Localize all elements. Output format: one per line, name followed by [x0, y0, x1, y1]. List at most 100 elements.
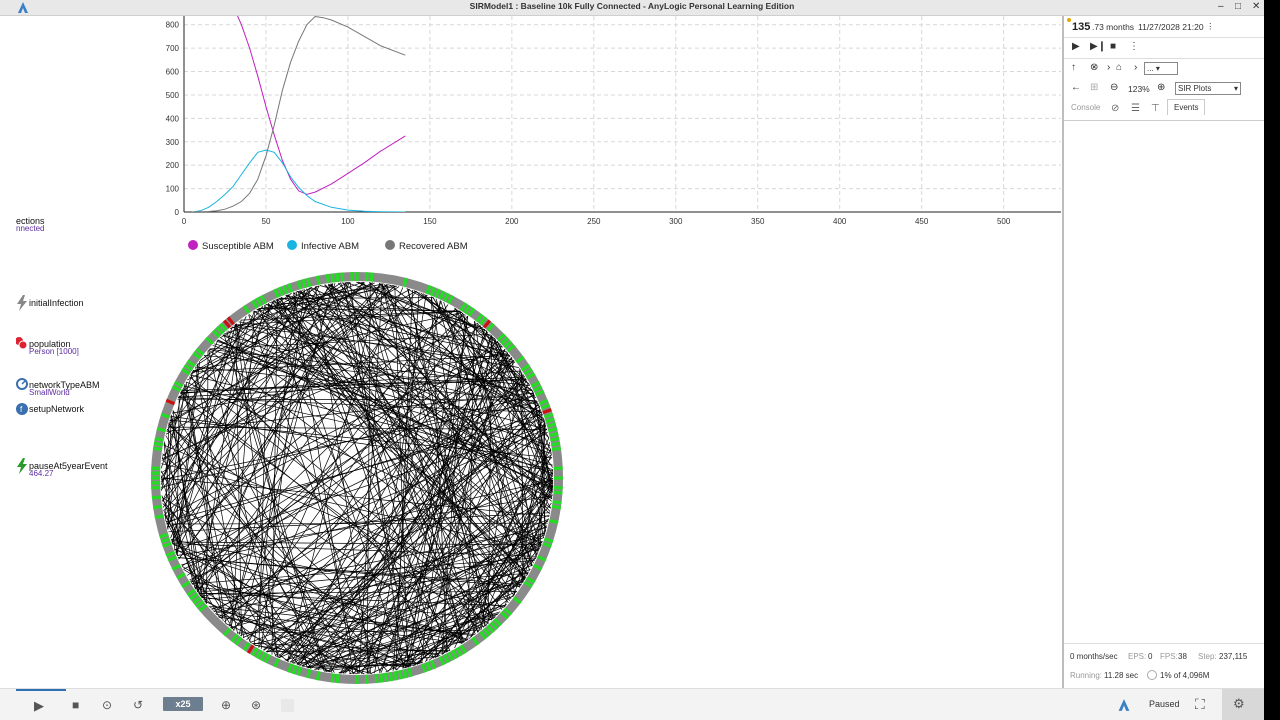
close-icon[interactable]: ✕ [1252, 1, 1260, 12]
series-line-infective [192, 149, 406, 212]
model-time-value: 135 [1072, 21, 1091, 33]
legend-recovered-label: Recovered ABM [399, 241, 468, 252]
up-arrow-icon[interactable]: ↑ [1071, 62, 1076, 73]
back-arrow-icon[interactable]: ← [1071, 82, 1081, 93]
window-title: SIRModel1 : Baseline 10k Fully Connected… [469, 1, 795, 11]
run-progress-bar [16, 689, 66, 691]
legend-infective-label: Infective ABM [301, 241, 360, 252]
model-date: 11/27/2028 21:20 [1138, 22, 1204, 32]
legend-susceptible-swatch [188, 240, 198, 250]
agent-node [407, 667, 413, 678]
stop-icon[interactable]: ■ [1110, 41, 1116, 52]
agent-node [549, 518, 559, 525]
clear-icon[interactable]: ⊘ [1111, 103, 1119, 114]
slow-down-icon[interactable]: ↺ [133, 698, 143, 712]
agent-node [306, 277, 312, 288]
element-setupnetwork[interactable]: setupNetwork [29, 404, 84, 414]
y-tick-label: 0 [175, 208, 180, 217]
agent-node [402, 277, 408, 288]
agent-node [340, 272, 345, 282]
chevron-right-icon: › [1107, 62, 1111, 73]
realtime-icon[interactable]: ⊙ [102, 698, 112, 712]
bottom-toolbar: ▶ ■ ⊙ ↺ x25 ⊕ ⊛ Paused ⛶ ⚙ [0, 688, 1264, 720]
app-window: SIRModel1 : Baseline 10k Fully Connected… [0, 0, 1264, 720]
settings-button[interactable]: ⚙ [1222, 689, 1264, 720]
more-icon[interactable]: ⋮ [1129, 41, 1139, 52]
agent-node [315, 671, 321, 681]
zoom-out-icon[interactable]: ⊖ [1110, 82, 1118, 93]
cancel-icon[interactable]: ⊗ [1090, 62, 1098, 73]
speed-indicator[interactable]: x25 [163, 697, 203, 711]
series-line-susceptible [237, 16, 406, 195]
minimize-icon[interactable]: – [1218, 1, 1224, 12]
legend-infective: Infective ABM [287, 240, 359, 252]
more-icon[interactable]: ⋮ [1206, 21, 1215, 32]
divider [1064, 37, 1264, 38]
speed-up-icon[interactable]: ⊕ [221, 698, 231, 712]
stop-icon[interactable]: ■ [72, 698, 79, 712]
agent-node [301, 278, 307, 289]
event-icon [17, 295, 27, 311]
parameter-icon [16, 378, 28, 390]
home-icon[interactable]: ⌂ [1116, 62, 1122, 73]
screen-edge [1264, 0, 1280, 720]
step-value: 237,115 [1219, 652, 1248, 661]
agent-node [550, 436, 560, 442]
network-edge [176, 324, 236, 555]
element-initialinfection[interactable]: initialInfection [29, 298, 84, 308]
chevron-right-icon: › [1134, 62, 1138, 73]
element-population-sub: Person [1000] [29, 347, 79, 356]
filter-icon[interactable]: ☰ [1131, 103, 1140, 114]
status-dot-icon [1067, 18, 1071, 22]
breadcrumb-select[interactable]: ... ▾ [1144, 62, 1178, 75]
run-icon[interactable]: ▶ [1072, 41, 1080, 52]
network-edge [170, 300, 274, 539]
pin-icon[interactable]: ⊤ [1151, 103, 1160, 114]
maximize-icon[interactable]: □ [1235, 1, 1241, 12]
agent-node [383, 672, 389, 683]
y-tick-label: 600 [166, 68, 180, 77]
agent-node [549, 431, 559, 438]
element-pauseat5yearevent-sub: 464.27 [29, 469, 54, 478]
step-icon[interactable]: ▶❙ [1090, 41, 1106, 52]
agent-node [393, 671, 399, 681]
y-tick-label: 700 [166, 44, 180, 53]
x-tick-label: 200 [505, 217, 519, 226]
model-time-unit: .73 months [1092, 22, 1135, 32]
model-canvas[interactable]: 0 100 200 300 400 500 600 700 800 0 50 100 150 200 250… [16, 16, 1061, 688]
y-tick-label: 200 [166, 161, 180, 170]
agent-node [402, 668, 408, 679]
agent-node [369, 272, 374, 282]
legend-recovered: Recovered ABM [385, 240, 468, 252]
memory-value: 1% of 4,096M [1160, 671, 1210, 680]
x-tick-label: 250 [587, 217, 601, 226]
sim-speed: 0 months/sec [1070, 652, 1118, 661]
view-area-select[interactable]: SIR Plots ▾ [1175, 82, 1241, 95]
running-label: Running: [1070, 671, 1103, 680]
y-tick-label: 500 [166, 91, 180, 100]
x-tick-label: 100 [341, 217, 355, 226]
fullscreen-icon[interactable]: ⛶ [1195, 696, 1205, 713]
fps-label: FPS: [1160, 652, 1178, 661]
agent-node [315, 275, 321, 285]
zoom-in-icon[interactable]: ⊕ [1157, 82, 1165, 93]
run-icon[interactable]: ▶ [34, 698, 44, 714]
agent-node [550, 441, 561, 447]
x-tick-label: 350 [751, 217, 765, 226]
x-tick-label: 400 [833, 217, 847, 226]
zoom-fit-icon[interactable]: ⊞ [1090, 82, 1098, 93]
agent-node [388, 671, 394, 682]
y-tick-label: 800 [166, 21, 180, 30]
breadcrumb-select-value: ... [1147, 64, 1154, 73]
fps-value: 38 [1178, 652, 1187, 661]
divider [1064, 58, 1264, 59]
view-area-select-value: SIR Plots [1178, 84, 1212, 93]
fast-forward-icon[interactable]: ⊛ [251, 698, 261, 712]
zoom-level: 123% [1128, 84, 1150, 94]
agent-node [546, 422, 557, 428]
legend-infective-swatch [287, 240, 297, 250]
tab-events[interactable]: Events [1167, 99, 1206, 115]
run-controls: ▶ ▶❙ ■ ⋮ [1064, 40, 1264, 56]
agent-node [335, 272, 340, 283]
tab-console[interactable]: Console [1071, 103, 1100, 112]
